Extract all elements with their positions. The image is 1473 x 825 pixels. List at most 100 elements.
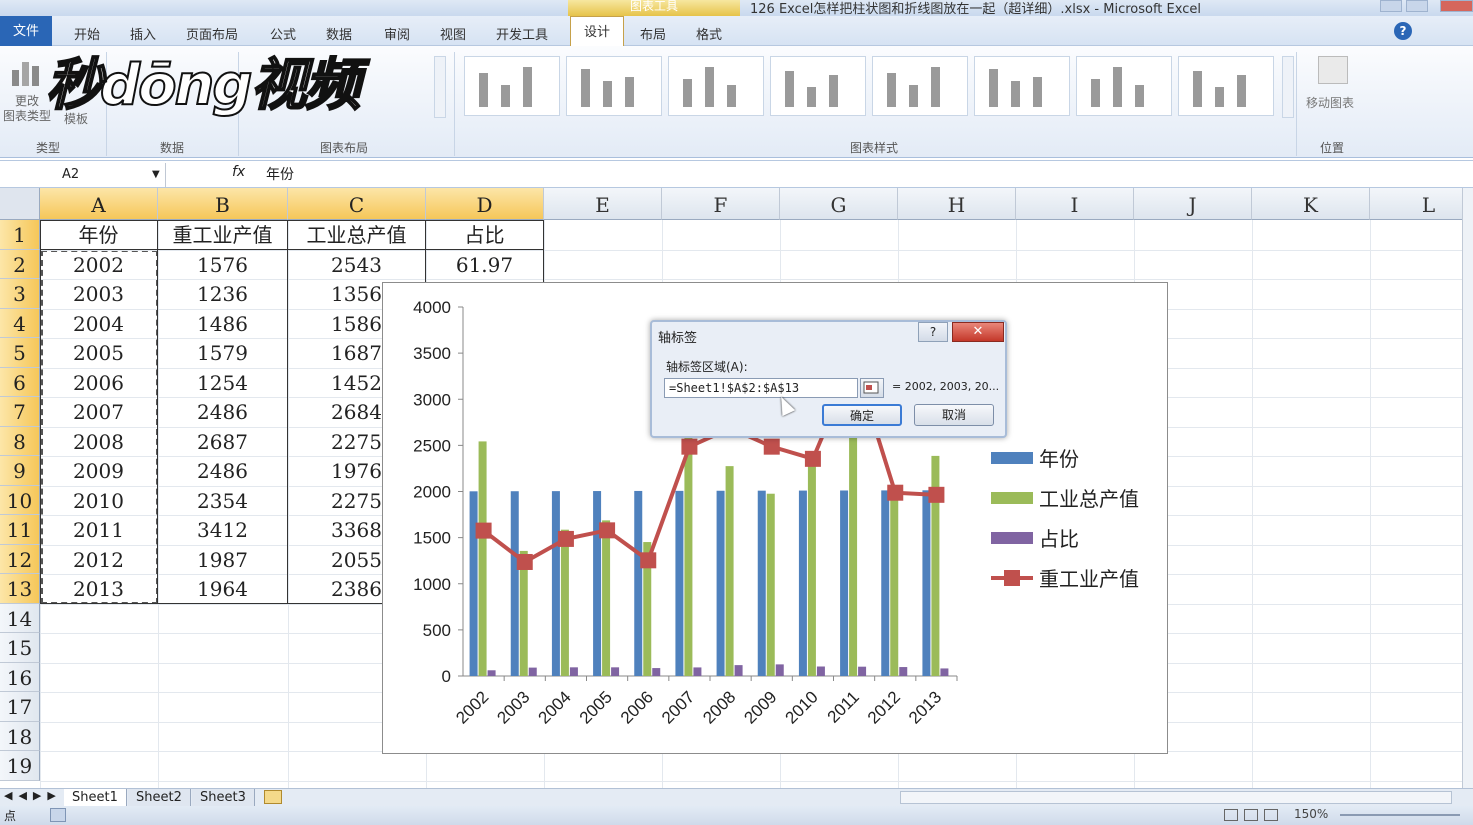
column-header-G[interactable]: G xyxy=(780,188,898,220)
chart-style-thumb[interactable] xyxy=(872,56,968,116)
insert-sheet-icon[interactable] xyxy=(264,790,282,804)
row-header-5[interactable]: 5 xyxy=(0,338,40,368)
normal-view-icon[interactable] xyxy=(1224,809,1238,821)
horizontal-scrollbar[interactable] xyxy=(900,791,1452,804)
change-chart-type-icon[interactable] xyxy=(10,56,42,88)
select-all-corner[interactable] xyxy=(0,188,40,220)
range-picker-icon[interactable] xyxy=(860,378,884,398)
styles-scroll[interactable] xyxy=(1282,56,1294,118)
table-cell[interactable]: 1486 xyxy=(158,308,288,338)
row-header-16[interactable]: 16 xyxy=(0,662,40,692)
row-header-7[interactable]: 7 xyxy=(0,397,40,427)
row-header-14[interactable]: 14 xyxy=(0,603,40,633)
row-header-12[interactable]: 12 xyxy=(0,544,40,574)
tab-design[interactable]: 设计 xyxy=(570,16,624,47)
chart-style-thumb[interactable] xyxy=(668,56,764,116)
table-cell[interactable]: 1576 xyxy=(158,249,288,279)
row-header-11[interactable]: 11 xyxy=(0,515,40,545)
table-cell[interactable]: 1254 xyxy=(158,367,288,397)
maximize-button[interactable] xyxy=(1406,0,1428,12)
chevron-down-icon[interactable]: ▼ xyxy=(152,169,160,180)
row-header-13[interactable]: 13 xyxy=(0,574,40,604)
formula-input[interactable]: 年份 xyxy=(266,164,294,184)
column-header-F[interactable]: F xyxy=(662,188,780,220)
table-header-cell[interactable]: 重工业产值 xyxy=(158,220,288,250)
table-cell[interactable]: 2011 xyxy=(40,515,158,545)
table-cell[interactable]: 2543 xyxy=(288,249,426,279)
row-header-2[interactable]: 2 xyxy=(0,249,40,279)
sheet-nav-arrows-icon[interactable]: ◀◀▶▶ xyxy=(4,789,62,802)
move-chart-button[interactable]: 移动图表 xyxy=(1306,94,1354,111)
table-cell[interactable]: 1579 xyxy=(158,338,288,368)
row-header-6[interactable]: 6 xyxy=(0,367,40,397)
column-header-A[interactable]: A xyxy=(40,188,158,220)
table-header-cell[interactable]: 年份 xyxy=(40,220,158,250)
table-cell[interactable]: 2009 xyxy=(40,456,158,486)
zoom-slider[interactable] xyxy=(1340,814,1460,816)
sheet-tab-2[interactable]: Sheet2 xyxy=(128,789,191,806)
chart-style-thumb[interactable] xyxy=(464,56,560,116)
ok-button[interactable]: 确定 xyxy=(822,404,902,426)
table-cell[interactable]: 61.97 xyxy=(426,249,544,279)
chart-style-thumb[interactable] xyxy=(1178,56,1274,116)
row-header-15[interactable]: 15 xyxy=(0,633,40,663)
zoom-level[interactable]: 150% xyxy=(1294,807,1328,821)
insert-function-icon[interactable]: fx xyxy=(232,164,245,180)
close-window-button[interactable] xyxy=(1440,0,1473,12)
table-cell[interactable]: 2008 xyxy=(40,426,158,456)
table-cell[interactable]: 2005 xyxy=(40,338,158,368)
column-header-D[interactable]: D xyxy=(426,188,544,220)
row-header-8[interactable]: 8 xyxy=(0,426,40,456)
tab-review[interactable]: 审阅 xyxy=(384,24,410,43)
tab-view[interactable]: 视图 xyxy=(440,24,466,43)
tab-format[interactable]: 格式 xyxy=(696,24,722,43)
table-header-cell[interactable]: 占比 xyxy=(426,220,544,250)
column-header-K[interactable]: K xyxy=(1252,188,1370,220)
table-cell[interactable]: 2687 xyxy=(158,426,288,456)
column-header-C[interactable]: C xyxy=(288,188,426,220)
column-header-B[interactable]: B xyxy=(158,188,288,220)
row-header-9[interactable]: 9 xyxy=(0,456,40,486)
name-box[interactable]: A2 xyxy=(0,163,166,187)
row-header-18[interactable]: 18 xyxy=(0,721,40,751)
column-header-I[interactable]: I xyxy=(1016,188,1134,220)
chart-style-thumb[interactable] xyxy=(1076,56,1172,116)
chart-style-thumb[interactable] xyxy=(770,56,866,116)
vertical-scrollbar[interactable] xyxy=(1462,188,1473,788)
page-break-view-icon[interactable] xyxy=(1264,809,1278,821)
column-header-H[interactable]: H xyxy=(898,188,1016,220)
row-header-10[interactable]: 10 xyxy=(0,485,40,515)
table-cell[interactable]: 2486 xyxy=(158,397,288,427)
table-cell[interactable]: 2003 xyxy=(40,279,158,309)
table-cell[interactable]: 2004 xyxy=(40,308,158,338)
sheet-tab-3[interactable]: Sheet3 xyxy=(192,789,255,806)
row-header-1[interactable]: 1 xyxy=(0,220,40,250)
page-layout-view-icon[interactable] xyxy=(1244,809,1258,821)
chart-style-thumb[interactable] xyxy=(566,56,662,116)
table-cell[interactable]: 2007 xyxy=(40,397,158,427)
table-cell[interactable]: 1236 xyxy=(158,279,288,309)
tab-developer[interactable]: 开发工具 xyxy=(496,24,548,43)
axis-range-input[interactable]: =Sheet1!$A$2:$A$13 xyxy=(664,378,858,398)
table-header-cell[interactable]: 工业总产值 xyxy=(288,220,426,250)
macro-record-icon[interactable] xyxy=(50,808,66,822)
table-cell[interactable]: 2013 xyxy=(40,574,158,604)
table-cell[interactable]: 2006 xyxy=(40,367,158,397)
dialog-help-button[interactable]: ? xyxy=(918,322,948,342)
minimize-button[interactable] xyxy=(1380,0,1402,12)
layout-scroll[interactable] xyxy=(434,56,446,118)
column-header-E[interactable]: E xyxy=(544,188,662,220)
row-header-19[interactable]: 19 xyxy=(0,751,40,781)
chart-style-thumb[interactable] xyxy=(974,56,1070,116)
table-cell[interactable]: 1987 xyxy=(158,544,288,574)
help-icon[interactable]: ? xyxy=(1394,22,1412,40)
table-cell[interactable]: 3412 xyxy=(158,515,288,545)
row-header-4[interactable]: 4 xyxy=(0,308,40,338)
dialog-close-button[interactable]: ✕ xyxy=(952,322,1004,342)
table-cell[interactable]: 2002 xyxy=(40,249,158,279)
tab-layout[interactable]: 布局 xyxy=(640,24,666,43)
table-cell[interactable]: 2012 xyxy=(40,544,158,574)
cancel-button[interactable]: 取消 xyxy=(914,404,994,426)
column-header-L[interactable]: L xyxy=(1370,188,1473,220)
column-header-J[interactable]: J xyxy=(1134,188,1252,220)
